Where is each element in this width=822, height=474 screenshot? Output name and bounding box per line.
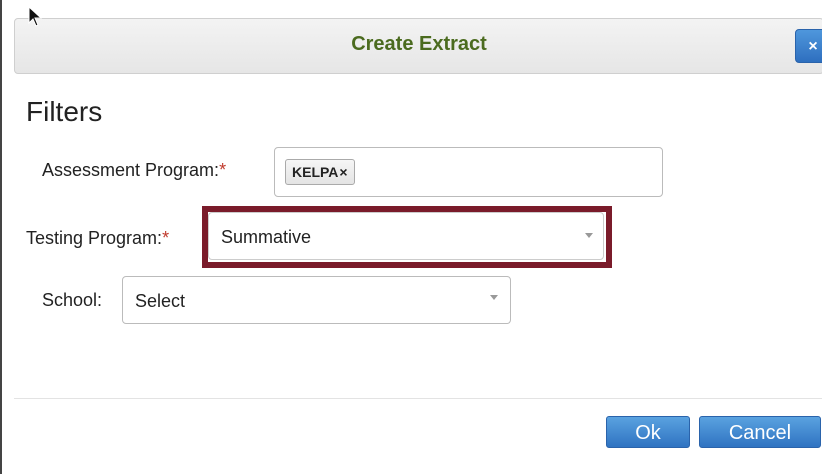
assessment-program-label-text: Assessment Program: [42, 160, 220, 180]
assessment-program-multiselect[interactable]: KELPA× [274, 147, 663, 197]
close-icon: × [808, 38, 818, 55]
close-button[interactable]: × [795, 29, 822, 63]
footer-divider [14, 398, 822, 399]
tag-remove-icon[interactable]: × [339, 164, 347, 180]
dialog-title: Create Extract [351, 33, 487, 55]
tag-label: KELPA [292, 164, 339, 180]
highlight-box [202, 206, 612, 268]
mouse-pointer-icon [28, 6, 43, 27]
cancel-button[interactable]: Cancel [699, 416, 821, 448]
filters-heading: Filters [26, 96, 103, 127]
required-marker: * [219, 160, 227, 180]
testing-program-label-text: Testing Program: [26, 228, 163, 248]
required-marker: * [162, 228, 170, 248]
create-extract-dialog: Create Extract × Filters Assessment Prog… [0, 0, 822, 474]
chevron-down-icon [490, 295, 498, 300]
school-select[interactable]: Select [122, 276, 511, 324]
assessment-program-tag: KELPA× [285, 159, 355, 185]
dialog-titlebar: Create Extract × [14, 18, 822, 74]
assessment-program-label: Assessment Program:* [42, 160, 226, 181]
school-label: School: [42, 290, 103, 310]
ok-button[interactable]: Ok [606, 416, 690, 448]
testing-program-label: Testing Program:* [26, 228, 169, 249]
school-value: Select [135, 291, 186, 311]
